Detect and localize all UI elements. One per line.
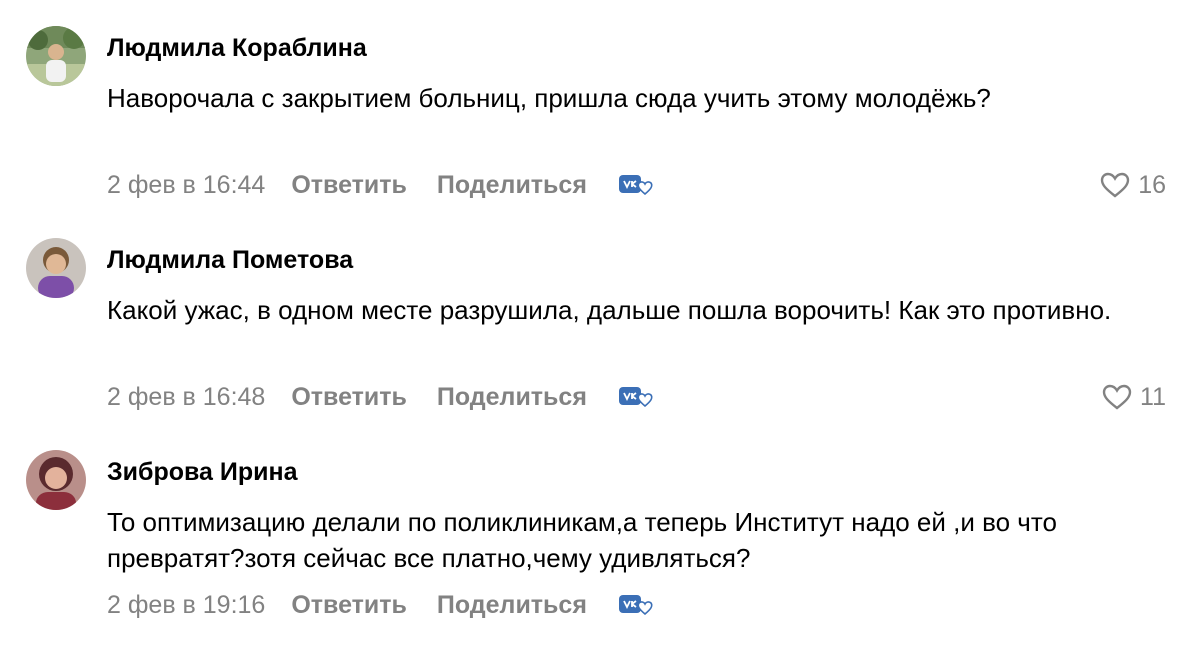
comment-text: Какой ужас, в одном месте разрушила, дал… xyxy=(107,295,1112,325)
reply-button[interactable]: Ответить xyxy=(291,171,407,200)
avatar[interactable] xyxy=(26,238,86,298)
comment-author[interactable]: Зиброва Ирина xyxy=(107,458,298,487)
reply-button[interactable]: Ответить xyxy=(291,383,407,412)
share-button[interactable]: Поделиться xyxy=(437,383,587,412)
vk-share-icon[interactable] xyxy=(617,384,655,410)
vk-share-icon[interactable] xyxy=(617,172,655,198)
comment-date[interactable]: 2 фев в 16:44 xyxy=(107,171,265,200)
comment-date[interactable]: 2 фев в 16:48 xyxy=(107,383,265,412)
like-button[interactable]: 11 xyxy=(1102,380,1166,414)
avatar[interactable] xyxy=(26,26,86,86)
comment-text: Наворочала с закрытием больниц, пришла с… xyxy=(107,83,991,113)
share-button[interactable]: Поделиться xyxy=(437,591,587,620)
like-button[interactable]: 16 xyxy=(1100,168,1166,202)
reply-button[interactable]: Ответить xyxy=(291,591,407,620)
avatar[interactable] xyxy=(26,450,86,510)
like-count: 16 xyxy=(1138,170,1166,199)
comment-text: То оптимизацию делали по поликлиникам,а … xyxy=(107,507,1057,573)
comment-meta: 2 фев в 16:44 Ответить Поделиться xyxy=(107,168,655,202)
heart-icon xyxy=(1102,384,1132,410)
comment-author[interactable]: Людмила Кораблина xyxy=(107,34,367,63)
like-count: 11 xyxy=(1140,382,1166,411)
comment-author[interactable]: Людмила Пометова xyxy=(107,246,353,275)
heart-icon xyxy=(1100,172,1130,198)
comment-date[interactable]: 2 фев в 19:16 xyxy=(107,591,265,620)
vk-share-icon[interactable] xyxy=(617,592,655,618)
comment-meta: 2 фев в 19:16 Ответить Поделиться xyxy=(107,588,655,622)
comment-meta: 2 фев в 16:48 Ответить Поделиться xyxy=(107,380,655,414)
share-button[interactable]: Поделиться xyxy=(437,171,587,200)
